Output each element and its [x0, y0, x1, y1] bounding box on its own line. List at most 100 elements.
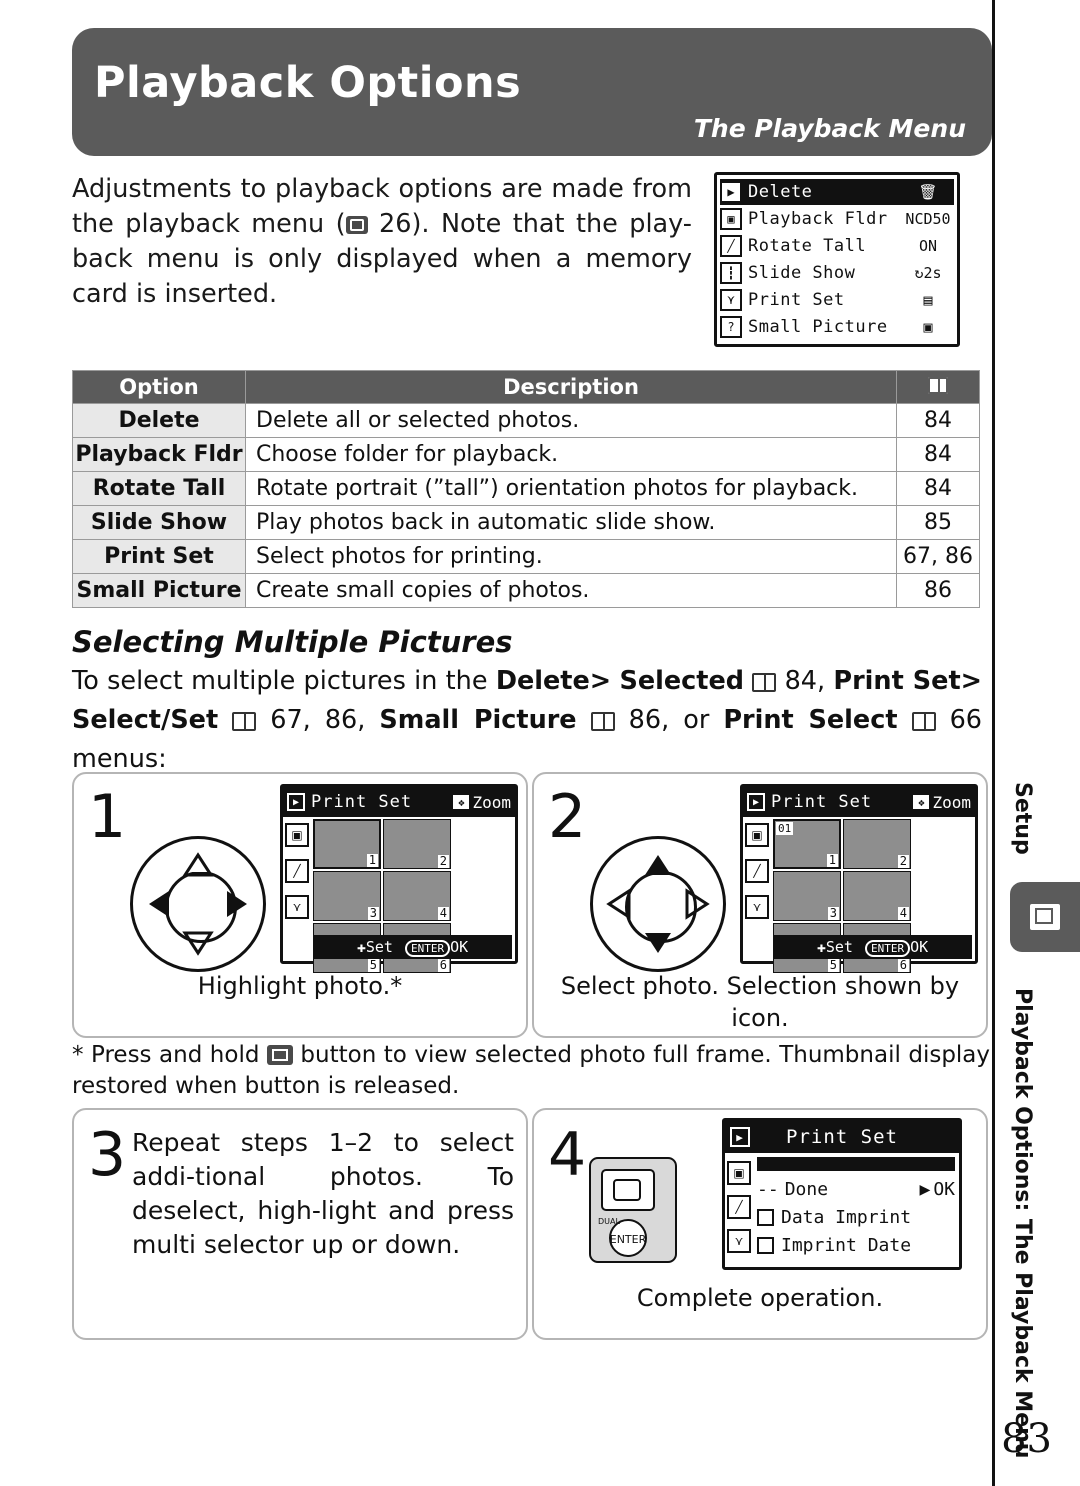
menu-label: Slide Show [748, 263, 856, 283]
section-heading: Selecting Multiple Pictures [72, 625, 513, 659]
enter-hint: ENTER OK [404, 938, 468, 957]
sec-gt-2: > [960, 666, 983, 696]
step-4-caption: Complete operation. [636, 1284, 884, 1312]
camera-back-illustration: ENTER DUAL [589, 1157, 677, 1263]
page-title: Playback Options [94, 58, 522, 108]
side-label-playback: Playback Options: The Playback Menu [1010, 988, 1035, 1459]
sec-pg-1: 84 [784, 666, 818, 696]
zoom-indicator: ❖ Zoom [913, 793, 971, 812]
sec-bold-smallpicture: Small Picture [379, 705, 577, 735]
lcd-title-bar: ▶ Print Set ❖ Zoom [283, 787, 515, 817]
book-icon [232, 712, 257, 731]
pencil-icon: ╱ [285, 859, 309, 883]
menu-label: Rotate Tall [748, 236, 867, 256]
thumbnail-4[interactable]: 4 [843, 871, 911, 921]
page-number: 83 [1001, 1416, 1052, 1462]
step-1-lcd: ▶ Print Set ❖ Zoom ▣ ╱ ⋎ 1 2 3 4 5 6 ✚Set… [280, 784, 518, 973]
thumbnail-3[interactable]: 3 [773, 871, 841, 921]
table-row: Small Picture Create small copies of pho… [72, 573, 980, 608]
trash-icon: 🗑 [918, 183, 938, 201]
sec-gt-1: > [589, 666, 612, 696]
sec-bold-printset: Print Set [833, 666, 961, 696]
cell-option: Print Set [72, 539, 246, 574]
col-header-option: Option [72, 370, 246, 404]
side-divider [992, 0, 995, 1486]
menu-label: Delete [748, 182, 813, 202]
checkbox-icon[interactable] [757, 1208, 774, 1226]
set-hint: ✚Set [816, 938, 853, 956]
intro-paragraph: Adjustments to playback options are made… [72, 172, 692, 312]
step-4-lcd: ▶ Print Set ▣ ╱ ⋎ -- Done ▶ OK Data Impri… [722, 1118, 962, 1270]
zoom-label: Zoom [932, 792, 971, 812]
sec-bold-delete: Delete [495, 666, 590, 696]
multi-selector-illustration [130, 836, 266, 972]
col-header-page [896, 370, 980, 404]
playback-icon: ▶ [720, 181, 742, 203]
cell-option: Playback Fldr [72, 437, 246, 472]
playback-icon: ▶ [287, 793, 305, 811]
cell-description: Create small copies of photos. [245, 573, 897, 608]
multi-selector-illustration [590, 836, 726, 972]
thumbnail-2[interactable]: 2 [383, 819, 451, 869]
sec-or: , or [661, 705, 724, 735]
lcd-title-bar: ▶ Print Set ❖ Zoom [743, 787, 975, 817]
thumbnail-1[interactable]: 01 1 [773, 819, 841, 869]
menu-row-print-set: ⋎ Print Set ▤ [720, 287, 954, 313]
multi-selector-arrows [606, 855, 710, 953]
menu-label: Done [784, 1178, 829, 1200]
page-header-banner: Playback Options The Playback Menu [72, 28, 992, 156]
step-2-lcd: ▶ Print Set ❖ Zoom ▣ ╱ ⋎ 01 1 2 3 4 5 6 ✚… [740, 784, 978, 973]
pencil-icon: ╱ [720, 235, 742, 257]
wrench-icon: ⋎ [285, 895, 309, 919]
book-icon [590, 712, 615, 731]
pencil-icon: ╱ [745, 859, 769, 883]
section-body: To select multiple pictures in the Delet… [72, 666, 983, 774]
menu-row-done[interactable]: -- Done ▶ OK [757, 1175, 955, 1203]
step-4-box: 4 ENTER DUAL ▶ Print Set ▣ ╱ ⋎ -- Done ▶… [532, 1108, 988, 1340]
camera-icon: ▣ [727, 1161, 751, 1185]
sec-bold-selectset: Select/Set [72, 705, 219, 735]
step-3-number: 3 [88, 1120, 127, 1190]
cell-page: 86 [896, 573, 980, 608]
checkbox-icon[interactable] [757, 1236, 774, 1254]
thumbnail-button-icon [266, 1045, 293, 1065]
ok-indicator: ▶ OK [919, 1178, 955, 1200]
cell-option: Delete [72, 403, 246, 438]
cell-page: 85 [896, 505, 980, 540]
menu-row-imprint-date[interactable]: Imprint Date [757, 1231, 955, 1259]
thumbnail-4[interactable]: 4 [383, 871, 451, 921]
intro-page-ref: 26 [379, 209, 412, 239]
printer-icon: ▤ [923, 291, 933, 309]
small-picture-icon: ▣ [923, 318, 933, 336]
slide-show-value: ↻2s [914, 264, 942, 282]
table-header-row: Option Description [72, 370, 980, 404]
step-2-box: 2 ▶ Print Set ❖ Zoom ▣ ╱ ⋎ 01 1 2 3 4 5 … [532, 772, 988, 1038]
thumbnail-2[interactable]: 2 [843, 819, 911, 869]
sec-pg-3: 86 [628, 705, 662, 735]
camera-icon: ▣ [285, 823, 309, 847]
playback-icon: ▶ [730, 1127, 750, 1147]
table-row: Print Set Select photos for printing. 67… [72, 539, 980, 574]
zoom-indicator: ❖ Zoom [453, 793, 511, 812]
playback-tab-button[interactable] [1010, 882, 1080, 952]
sec-tail: menus: [72, 744, 167, 774]
svg-text:ENTER: ENTER [610, 1233, 647, 1246]
options-table: Option Description Delete Delete all or … [72, 370, 980, 608]
multi-selector-arrows [149, 852, 247, 956]
cell-option: Rotate Tall [72, 471, 246, 506]
sec-bold-selected: Selected [619, 666, 745, 696]
step-1-number: 1 [88, 782, 127, 852]
menu-value: NCD50 [905, 210, 951, 228]
menu-row-data-imprint[interactable]: Data Imprint [757, 1203, 955, 1231]
zoom-icon: ❖ [453, 795, 470, 809]
lcd-title: Print Set [786, 1126, 898, 1148]
camera-icon: ▣ [720, 208, 742, 230]
zoom-label: Zoom [472, 792, 511, 812]
footnote: * Press and hold button to view selected… [72, 1040, 990, 1102]
header-subtitle: The Playback Menu [693, 114, 966, 143]
footnote-star: * [72, 1042, 84, 1068]
sec-pg-2: 67, 86 [270, 705, 358, 735]
thumbnail-3[interactable]: 3 [313, 871, 381, 921]
pencil-icon: ╱ [727, 1195, 751, 1219]
thumbnail-1[interactable]: 1 [313, 819, 381, 869]
